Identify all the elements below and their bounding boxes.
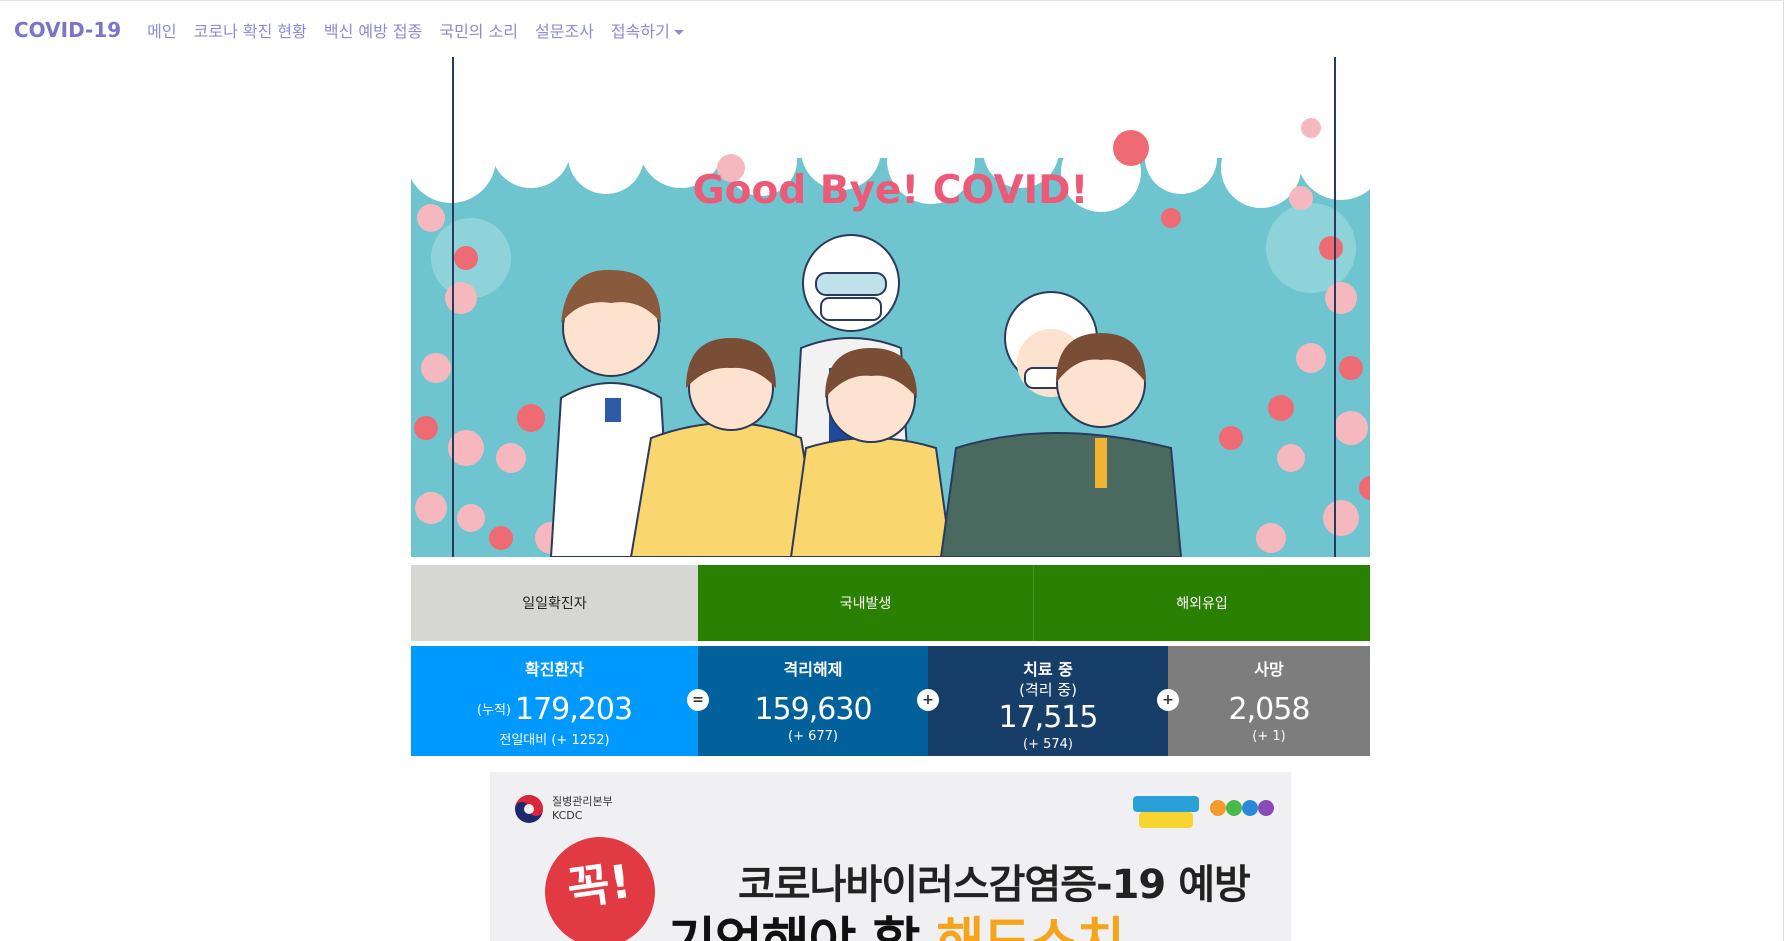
stat-deaths: 사망 2,058 (+ 1): [1168, 646, 1370, 756]
stat-deaths-label: 사망: [1254, 660, 1284, 679]
nav-item-status[interactable]: 코로나 확진 현황: [194, 18, 307, 42]
tab-daily-cases[interactable]: 일일확진자: [411, 565, 698, 641]
stat-released-delta: (+ 677): [788, 729, 838, 744]
nav-item-vaccine[interactable]: 백신 예방 접종: [324, 18, 423, 42]
stat-treating-sub: (격리 중): [1019, 681, 1077, 699]
plus-icon: +: [917, 689, 939, 711]
plus-icon: +: [1157, 689, 1179, 711]
nav-connect-label: 접속하기: [610, 21, 670, 41]
hotline-1339-logo-icon: [1210, 800, 1274, 816]
stat-confirmed: 확진환자 (누적) 179,203 전일대비 (+ 1252) =: [411, 646, 709, 756]
prevention-banner[interactable]: 질병관리본부 KCDC 꼭! 코로나바이러스감염증-19 예방 기억해야 할 해…: [490, 772, 1291, 941]
stat-treating-delta: (+ 574): [1023, 737, 1073, 752]
hero-frame-right: [1334, 57, 1336, 557]
stat-deaths-value: 2,058: [1228, 692, 1311, 727]
nav-item-main[interactable]: 메인: [147, 18, 176, 42]
headline-2-highlight: 해도스치: [936, 913, 1124, 941]
equals-icon: =: [687, 689, 709, 711]
top-navbar: COVID-19 메인 코로나 확진 현황 백신 예방 접종 국민의 소리 설문…: [0, 0, 1784, 58]
nav-item-connect-dropdown[interactable]: 접속하기: [611, 18, 684, 42]
stat-confirmed-value-row: (누적) 179,203: [411, 692, 698, 727]
banner-headline-2: 기억해야 할 해도스치: [668, 900, 1125, 941]
stat-released-value: 159,630: [754, 692, 872, 727]
kcdc-name-ko: 질병관리본부: [552, 795, 613, 808]
overseas-disease-now-badge-icon: [1133, 796, 1199, 828]
hero-title: Good Bye! COVID!: [692, 168, 1089, 213]
stats-panel: 확진환자 (누적) 179,203 전일대비 (+ 1252) = 격리해제 15…: [411, 646, 1370, 756]
kcdc-logo-block: 질병관리본부 KCDC: [514, 794, 613, 824]
hero-illustration: Good Bye! COVID!: [411, 98, 1370, 557]
tab-overseas[interactable]: 해외유입: [1034, 565, 1370, 641]
kcdc-text: 질병관리본부 KCDC: [552, 795, 613, 823]
hero-artwork: [411, 98, 1370, 557]
case-type-tabs: 일일확진자 국내발생 해외유입: [411, 565, 1370, 641]
hero-frame-left: [452, 57, 454, 557]
stat-confirmed-label: 확진환자: [525, 660, 584, 679]
stat-treating-value: 17,515: [998, 700, 1099, 735]
stat-confirmed-prefix: (누적): [476, 703, 511, 718]
stat-confirmed-delta: 전일대비 (+ 1252): [499, 733, 610, 748]
emphasis-badge: 꼭!: [537, 829, 663, 941]
stat-confirmed-value: 179,203: [515, 692, 633, 727]
taegeuk-logo-icon: [515, 795, 543, 823]
stat-treating: 치료 중 (격리 중) 17,515 (+ 574) +: [928, 646, 1179, 756]
stat-deaths-delta: (+ 1): [1252, 729, 1286, 744]
stat-released: 격리해제 159,630 (+ 677) +: [698, 646, 939, 756]
nav-item-survey[interactable]: 설문조사: [535, 18, 594, 42]
caret-down-icon: [673, 29, 684, 35]
stat-treating-label: 치료 중: [1023, 660, 1073, 679]
stat-released-label: 격리해제: [783, 660, 843, 679]
tab-domestic[interactable]: 국내발생: [698, 565, 1034, 641]
kcdc-name-en: KCDC: [552, 809, 583, 822]
nav-item-voice[interactable]: 국민의 소리: [439, 18, 518, 42]
brand-link[interactable]: COVID-19: [14, 18, 121, 42]
headline-2-prefix: 기억해야 할: [668, 913, 920, 941]
